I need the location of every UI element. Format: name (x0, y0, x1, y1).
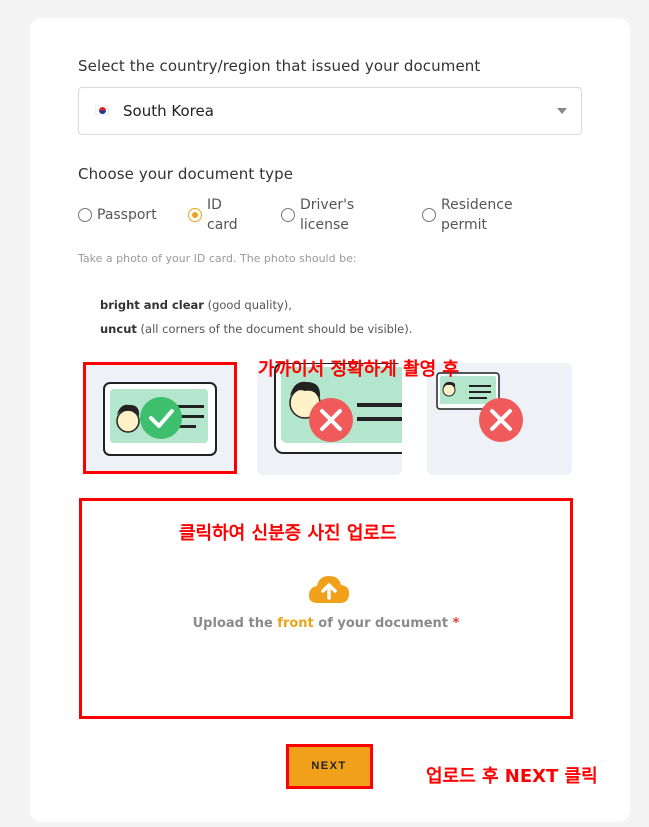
radio-drivers-license[interactable]: Driver's license (281, 195, 354, 235)
country-label: Select the country/region that issued yo… (78, 57, 481, 75)
radio-selected-icon[interactable] (188, 208, 202, 222)
radio-label: Passport (97, 207, 157, 223)
upload-text: Upload the front of your document * (81, 616, 571, 631)
upload-text-prefix: Upload the (192, 616, 278, 631)
rule-bold: uncut (100, 322, 137, 336)
rule-bold: bright and clear (100, 298, 204, 312)
annotation-upload-tip: 클릭하여 신분증 사진 업로드 (179, 523, 397, 544)
chevron-down-icon (557, 108, 567, 114)
rule-text: (good quality), (203, 298, 292, 312)
south-korea-flag-icon (95, 105, 109, 115)
radio-id-card[interactable]: ID card (188, 195, 238, 235)
radio-passport[interactable]: Passport (78, 205, 157, 225)
country-select[interactable]: South Korea (78, 87, 582, 135)
photo-hint: Take a photo of your ID card. The photo … (78, 252, 357, 265)
radio-label: Residence permit (441, 197, 513, 233)
radio-residence-permit[interactable]: Residence permit (422, 195, 513, 235)
cloud-upload-icon (308, 576, 350, 603)
radio-label: Driver's license (300, 197, 355, 233)
annotation-next-tip: 업로드 후 NEXT 클릭 (426, 766, 598, 787)
rule-text: (all corners of the document should be v… (136, 322, 413, 336)
rule-bright-clear: bright and clear (good quality), (100, 298, 292, 312)
radio-circle-icon[interactable] (422, 208, 436, 222)
radio-circle-icon[interactable] (281, 208, 295, 222)
radio-label: ID card (207, 197, 238, 233)
doctype-label: Choose your document type (78, 165, 294, 183)
required-mark: * (452, 616, 460, 631)
radio-circle-icon[interactable] (78, 208, 92, 222)
example-good-photo (84, 363, 236, 473)
country-value: South Korea (123, 102, 214, 120)
next-button[interactable]: NEXT (287, 745, 371, 788)
annotation-photo-tip: 가까이서 정확하게 촬영 후 (258, 359, 459, 380)
upload-text-accent: front (277, 616, 314, 631)
upload-text-suffix: of your document (313, 616, 453, 631)
rule-uncut: uncut (all corners of the document shoul… (100, 322, 412, 336)
